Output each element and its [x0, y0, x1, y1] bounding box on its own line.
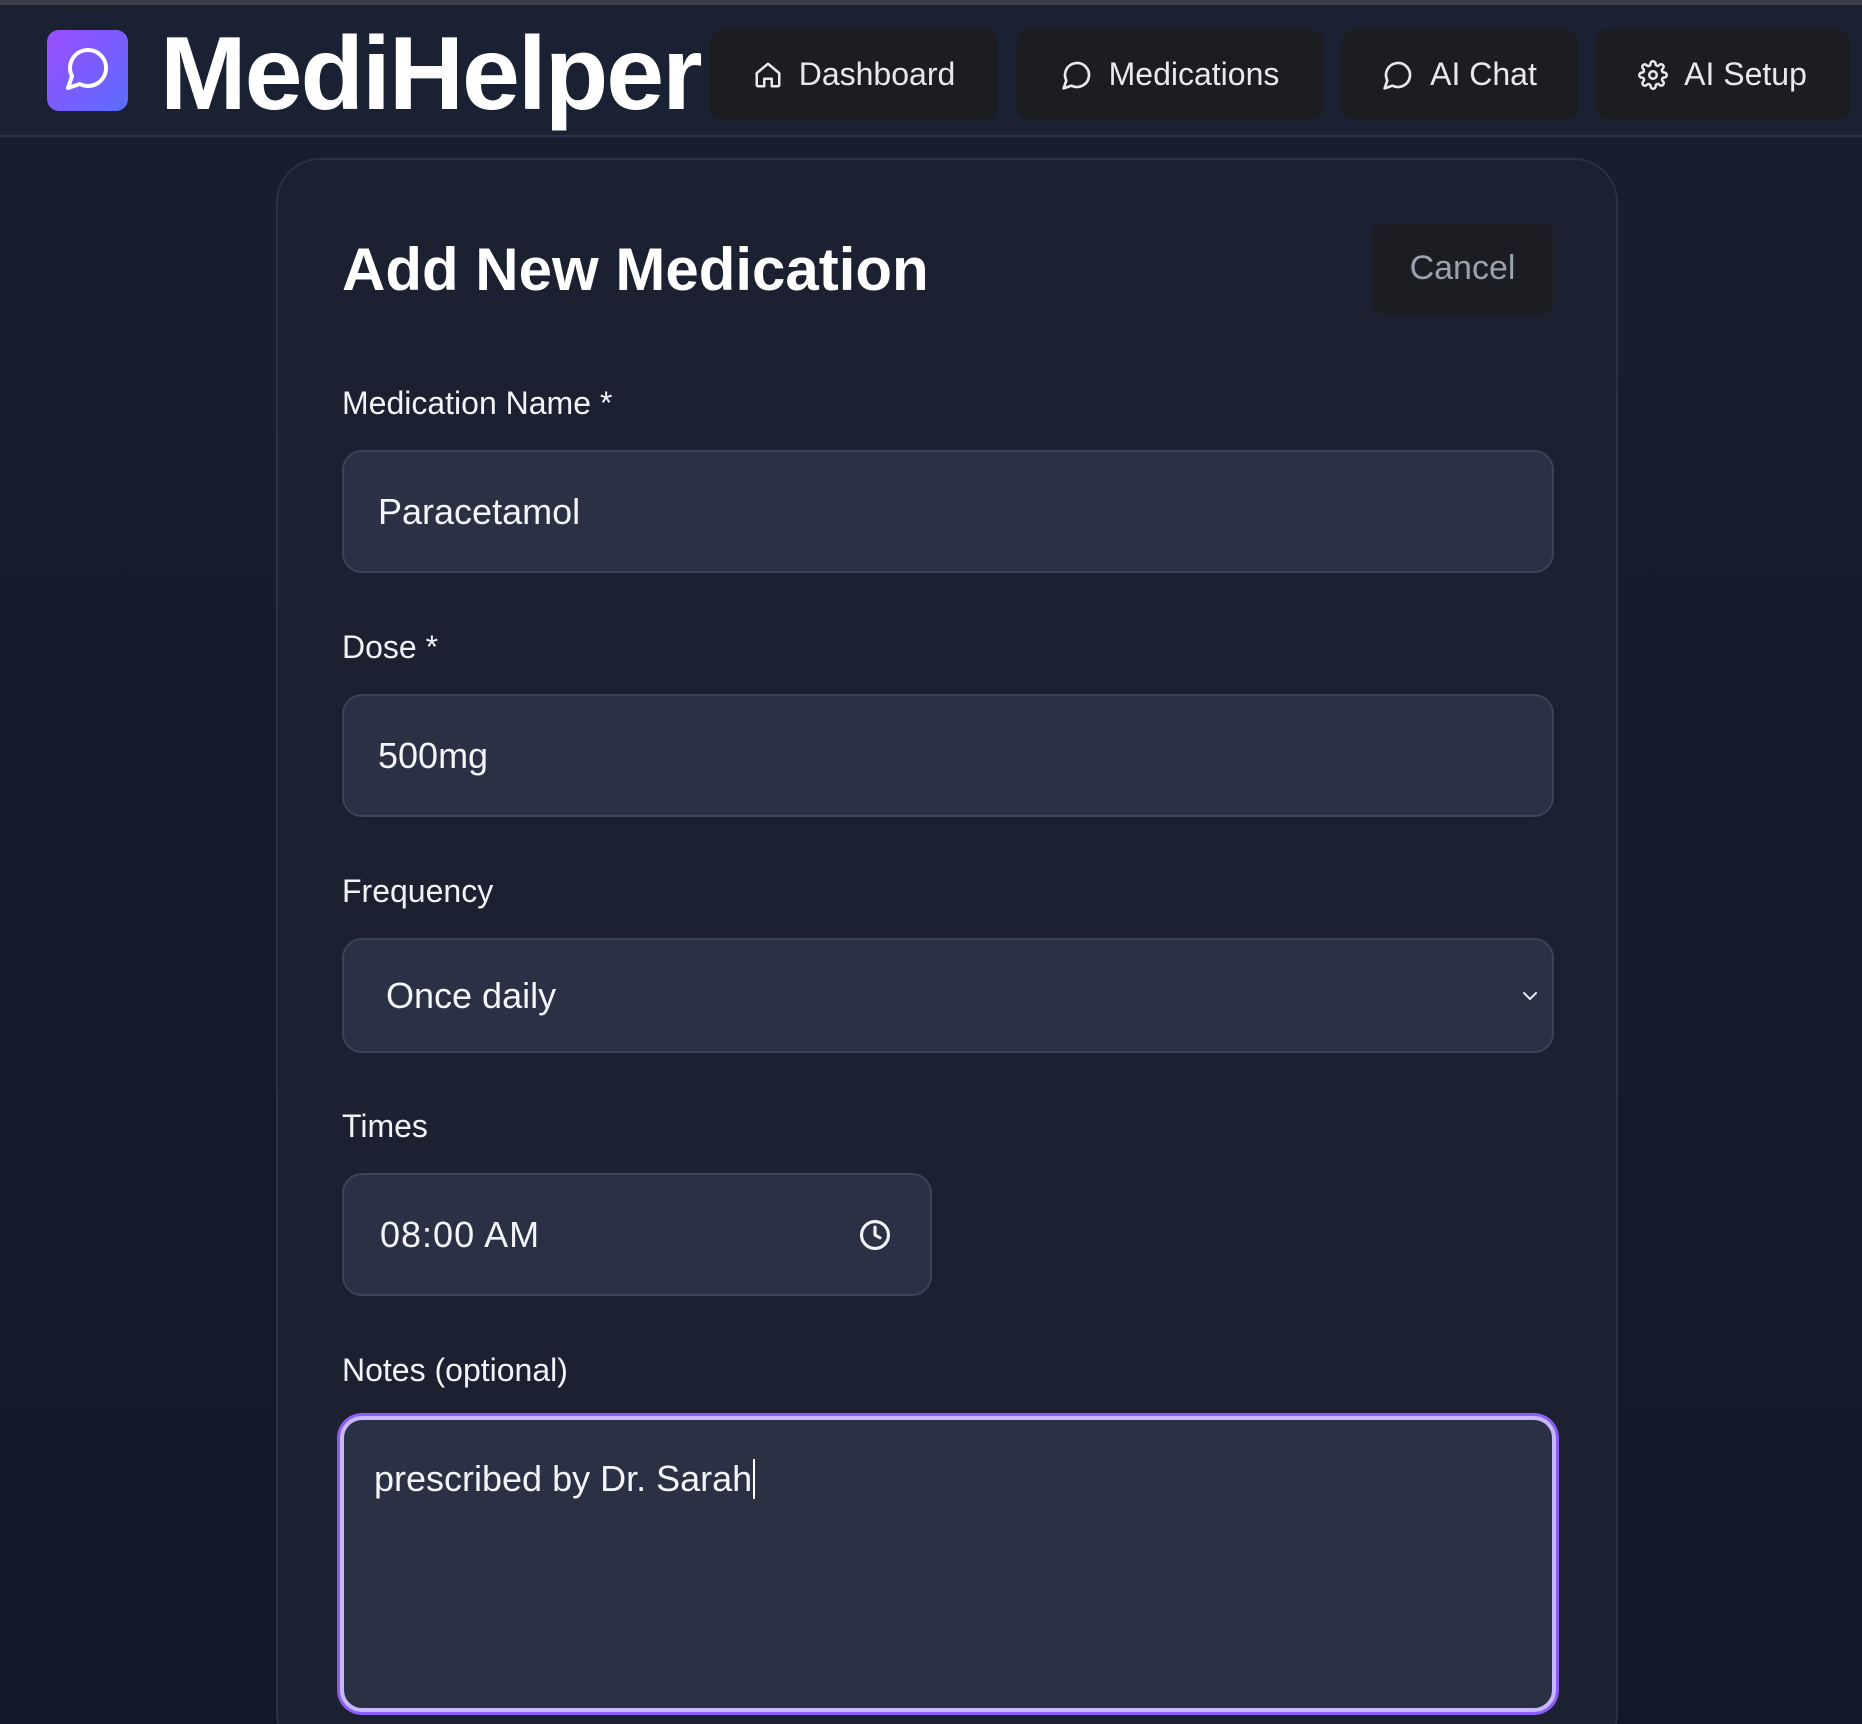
frequency-selected-value: Once daily — [386, 974, 557, 1016]
cancel-button[interactable]: Cancel — [1372, 223, 1553, 314]
dose-input[interactable]: 500mg — [342, 694, 1554, 817]
chat-bubble-icon — [64, 44, 112, 97]
nav-ai-chat-button[interactable]: AI Chat — [1341, 30, 1578, 119]
home-icon — [753, 60, 783, 90]
clock-icon[interactable] — [858, 1218, 892, 1252]
notes-textarea[interactable]: prescribed by Dr. Sarah — [340, 1416, 1556, 1712]
app-header: MediHelper Dashboard Medications AI Chat… — [0, 5, 1862, 137]
times-label: Times — [342, 1108, 428, 1144]
frequency-select[interactable]: Once daily — [342, 938, 1554, 1053]
nav-ai-chat-label: AI Chat — [1430, 56, 1537, 92]
nav-medications-label: Medications — [1108, 56, 1280, 92]
time-input[interactable]: 08:00 AM — [342, 1173, 932, 1296]
chat-bubble-icon — [1382, 59, 1414, 91]
dose-label: Dose * — [342, 629, 439, 665]
nav-ai-setup-label: AI Setup — [1684, 56, 1807, 92]
page: MediHelper Dashboard Medications AI Chat… — [0, 0, 1862, 1724]
frequency-label: Frequency — [342, 873, 494, 909]
chat-bubble-icon — [1061, 59, 1093, 91]
medication-name-input[interactable]: Paracetamol — [342, 450, 1554, 573]
form-title: Add New Medication — [342, 236, 929, 303]
notes-text: prescribed by Dr. Sarah — [374, 1458, 753, 1499]
text-cursor — [753, 1459, 756, 1499]
medication-name-label: Medication Name * — [342, 385, 613, 421]
notes-label: Notes (optional) — [342, 1352, 568, 1388]
gear-icon — [1638, 59, 1669, 90]
time-value: 08:00 AM — [380, 1213, 541, 1255]
nav-dashboard-label: Dashboard — [798, 56, 956, 92]
app-title: MediHelper — [160, 16, 703, 132]
nav-ai-setup-button[interactable]: AI Setup — [1595, 30, 1850, 119]
nav-medications-button[interactable]: Medications — [1016, 30, 1324, 119]
app-logo[interactable] — [47, 30, 128, 111]
chevron-down-icon — [1518, 984, 1542, 1008]
nav-dashboard-button[interactable]: Dashboard — [710, 30, 998, 119]
